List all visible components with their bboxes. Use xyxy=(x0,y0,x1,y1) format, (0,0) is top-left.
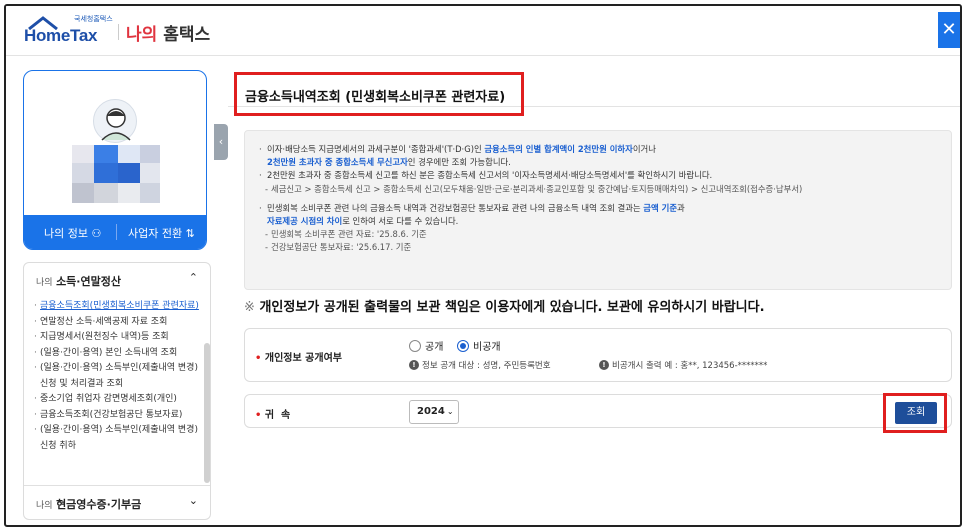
sidebar: 나의 정보 ⚇ 사업자 전환 ⇅ 나의 소득·연말정산 ⌃ 금융소득조회(민생회… xyxy=(23,70,213,525)
menu-section-income[interactable]: 나의 소득·연말정산 xyxy=(36,273,121,289)
info-icon: ! xyxy=(409,360,419,370)
menu-item-financial-income-coupon[interactable]: 금융소득조회(민생회복소비쿠폰 관련자료) xyxy=(34,299,202,315)
chevron-up-icon[interactable]: ⌃ xyxy=(189,271,198,284)
profile-bar-divider xyxy=(116,224,117,240)
menu-scrollbar[interactable] xyxy=(204,343,210,483)
privacy-label: • 개인정보 공개여부 xyxy=(255,353,342,364)
radio-private[interactable]: 비공개 xyxy=(457,338,501,353)
sidebar-menu: 나의 소득·연말정산 ⌃ 금융소득조회(민생회복소비쿠폰 관련자료) 연말정산 … xyxy=(23,262,211,520)
menu-list: 금융소득조회(민생회복소비쿠폰 관련자료) 연말정산 소득·세액공제 자료 조회… xyxy=(34,299,202,454)
avatar xyxy=(93,99,137,143)
logo-main-text: HomeTax xyxy=(24,26,98,45)
swap-icon: ⇅ xyxy=(185,227,195,240)
reference-mark: ※ xyxy=(244,300,255,315)
header-title-hometax: 홈택스 xyxy=(163,25,211,45)
profile-action-bar: 나의 정보 ⚇ 사업자 전환 ⇅ xyxy=(24,215,206,249)
menu-item-year-end-deduction[interactable]: 연말정산 소득·세액공제 자료 조회 xyxy=(34,315,202,331)
close-icon: ✕ xyxy=(941,19,957,40)
menu-section-title: 현금영수증·기부금 xyxy=(56,498,142,511)
header-divider xyxy=(118,24,119,40)
notice-line: 2천만원 초과자 중 종합소득세 신고를 하신 분은 종합소득세 신고서의 '이… xyxy=(257,169,939,182)
menu-divider xyxy=(24,485,210,486)
year-select[interactable]: 2024 ⌄ xyxy=(409,400,459,424)
business-switch-label: 사업자 전환 xyxy=(128,227,183,240)
my-info-button[interactable]: 나의 정보 ⚇ xyxy=(44,225,101,241)
chevron-left-icon: ‹ xyxy=(218,135,224,148)
year-select-value: 2024 xyxy=(417,406,445,417)
radio-public-circle[interactable] xyxy=(409,339,421,352)
search-button[interactable]: 조회 xyxy=(895,402,937,424)
radio-private-label: 비공개 xyxy=(473,342,501,353)
menu-item-denial-withdraw[interactable]: (일용·간이·용역) 소득부인(제출내역 변경) 신청 취하 xyxy=(34,423,202,454)
hometax-logo[interactable]: 국세청홈택스 HomeTax xyxy=(22,12,132,50)
business-switch-button[interactable]: 사업자 전환 ⇅ xyxy=(128,225,195,241)
warning-message: 개인정보가 공개된 출력물의 보관 책임은 이용자에게 있습니다. 보관에 유의… xyxy=(259,300,765,315)
notice-line: 2천만원 초과자 중 종합소득세 무신고자인 경우에만 조회 가능합니다. xyxy=(267,157,511,168)
header-title-my: 나의 xyxy=(126,25,158,45)
user-avatar-icon xyxy=(101,108,131,141)
notice-line: 세금신고 > 종합소득세 신고 > 종합소득세 신고(모두채움·일반·근로·분리… xyxy=(257,183,939,196)
menu-section-title: 소득·연말정산 xyxy=(56,275,121,288)
chevron-down-icon: ⌄ xyxy=(446,407,454,416)
chevron-down-icon[interactable]: ⌄ xyxy=(189,494,198,507)
menu-item-withholding-statement[interactable]: 지급명세서(원천징수 내역)등 조회 xyxy=(34,330,202,346)
notice-line: 자료제공 시점의 차이로 인하여 서로 다를 수 있습니다. xyxy=(267,216,459,227)
notice-line: 민생회복 소비쿠폰 관련 자료: '25.8.6. 기준 xyxy=(257,228,939,241)
notice-line: 건강보험공단 통보자료: '25.6.17. 기준 xyxy=(257,241,939,254)
page-title-highlight: 금융소득내역조회 (민생회복소비쿠폰 관련자료) xyxy=(234,72,524,116)
year-label: • 귀 속 xyxy=(255,410,291,421)
privacy-info-example: ! 비공개시 출력 예 : 홍**, 123456-******* xyxy=(599,359,767,371)
radio-public-label: 공개 xyxy=(425,342,444,353)
menu-section-receipts[interactable]: 나의 현금영수증·기부금 xyxy=(36,496,141,512)
notice-box: 이자·배당소득 지급명세서의 과세구분이 '종합과세'(T·D·G)인 금융소득… xyxy=(244,130,952,290)
menu-item-financial-income-nhis[interactable]: 금융소득조회(건강보험공단 통보자료) xyxy=(34,408,202,424)
person-icon: ⚇ xyxy=(91,227,102,240)
year-setting-row: • 귀 속 2024 ⌄ xyxy=(244,394,952,428)
close-button[interactable]: ✕ xyxy=(938,12,960,48)
page-title: 금융소득내역조회 (민생회복소비쿠폰 관련자료) xyxy=(245,90,506,105)
page-header-title: 나의 홈택스 xyxy=(126,20,210,45)
radio-public[interactable]: 공개 xyxy=(409,338,443,353)
menu-section-prefix: 나의 xyxy=(36,501,53,511)
radio-private-circle[interactable] xyxy=(457,339,469,352)
menu-item-sme-reduction[interactable]: 중소기업 취업자 감면명세조회(개인) xyxy=(34,392,202,408)
info-icon: ! xyxy=(599,360,609,370)
notice-line: 이자·배당소득 지급명세서의 과세구분이 '종합과세'(T·D·G)인 금융소득… xyxy=(257,143,939,156)
logo-small-text: 국세청홈택스 xyxy=(74,15,113,23)
privacy-info-target: ! 정보 공개 대상 : 성명, 주민등록번호 xyxy=(409,359,551,371)
sidebar-collapse-button[interactable]: ‹ xyxy=(214,124,228,160)
menu-item-daily-income[interactable]: (일용·간이·용역) 본인 소득내역 조회 xyxy=(34,346,202,362)
warning-text: ※ 개인정보가 공개된 출력물의 보관 책임은 이용자에게 있습니다. 보관에 … xyxy=(244,296,765,315)
privacy-setting-row: • 개인정보 공개여부 공개 비공개 ! 정보 공개 대상 : 성명, 주민등록… xyxy=(244,328,952,382)
profile-card: 나의 정보 ⚇ 사업자 전환 ⇅ xyxy=(23,70,207,250)
notice-line: 민생회복 소비쿠폰 관련 나의 금융소득 내역과 건강보험공단 통보자료 관련 … xyxy=(257,202,939,215)
menu-item-income-denial[interactable]: (일용·간이·용역) 소득부인(제출내역 변경) 신청 및 처리결과 조회 xyxy=(34,361,202,392)
header: 국세청홈택스 HomeTax 나의 홈택스 ✕ xyxy=(6,6,960,56)
menu-section-prefix: 나의 xyxy=(36,278,53,288)
my-info-label: 나의 정보 xyxy=(44,227,88,240)
window-frame: 국세청홈택스 HomeTax 나의 홈택스 ✕ 나의 정보 ⚇ 사업자 전환 ⇅… xyxy=(4,4,962,527)
